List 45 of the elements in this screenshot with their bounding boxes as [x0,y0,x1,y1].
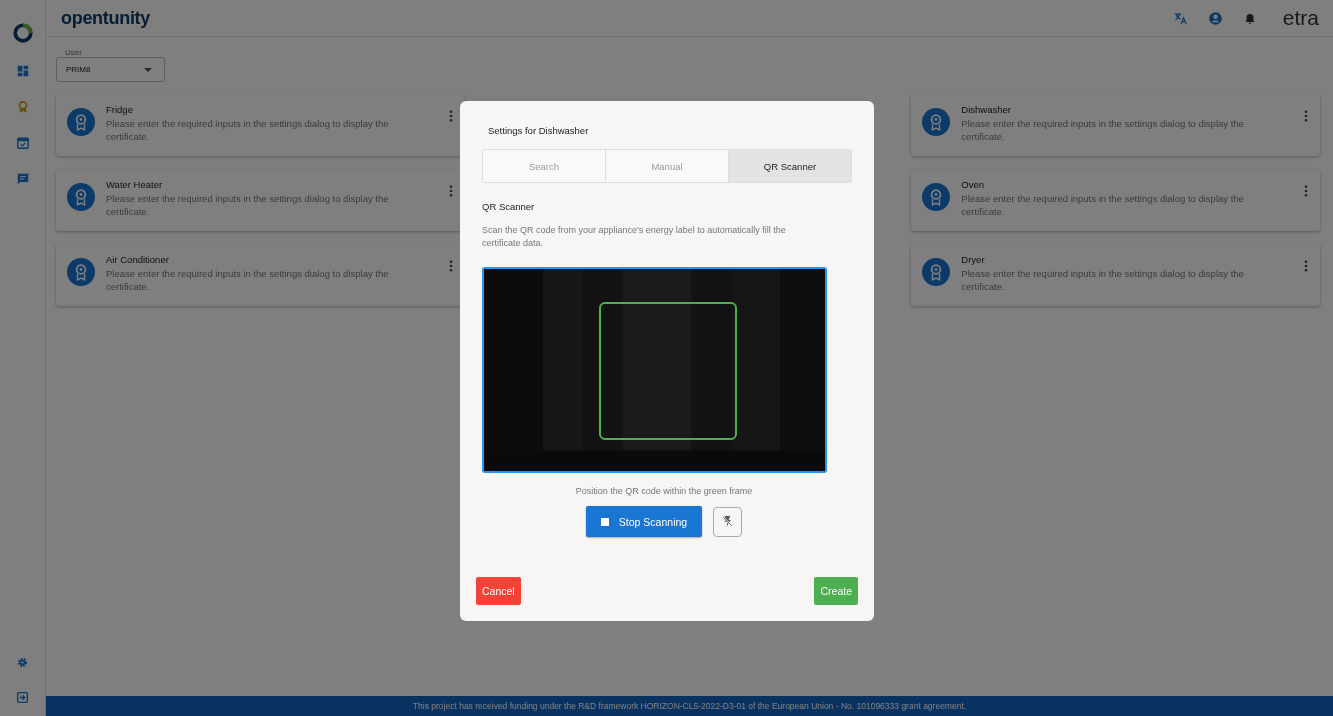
account-icon[interactable] [1207,10,1223,26]
flash-off-icon [721,515,735,528]
stop-icon [600,517,609,526]
brand-logo: opentunity [61,7,150,29]
tab[interactable]: QR Scanner [729,150,851,182]
certificate-icon [922,258,951,286]
certificate-icon [67,258,95,286]
appliance-card[interactable]: Fridge Please enter the required inputs in the settings dialog to display the certificate. [56,94,465,156]
card-title: Water Heater [106,179,164,190]
translate-icon[interactable] [1172,10,1188,26]
dialog-title: Settings for Dishwasher [488,125,590,136]
more-icon[interactable] [1304,185,1308,197]
section-title: QR Scanner [482,201,536,212]
tab[interactable]: Manual [606,150,729,182]
certificate-icon [67,108,95,136]
certificate-icon [922,183,951,211]
card-title: Air Conditioner [106,254,170,265]
card-title: Dishwasher [961,104,1012,115]
more-icon[interactable] [448,110,453,122]
more-icon[interactable] [448,185,453,197]
logout-icon[interactable] [16,691,29,704]
description: Scan the QR code from your appliance's energy label to automatically fill the certificate data. [482,224,787,250]
dropdown-icon [144,67,152,72]
card-title: Dryer [961,254,986,265]
more-icon[interactable] [448,260,453,272]
card-description: Please enter the required inputs in the settings dialog to display the certificate. [106,267,390,293]
more-icon[interactable] [1304,110,1308,122]
scan-hint: Position the QR code within the green frame [574,486,754,496]
card-description: Please enter the required inputs in the settings dialog to display the certificate. [106,192,390,218]
card-description: Please enter the required inputs in the settings dialog to display the certificate. [106,117,390,143]
cancel-button[interactable]: Cancel [476,577,521,605]
partner-logo: etra [1282,6,1319,30]
certificate-icon [922,108,951,136]
card-title: Oven [961,179,986,190]
card-title: Fridge [106,104,134,115]
create-button[interactable]: Create [814,577,858,605]
tab[interactable]: Search [483,150,606,182]
stop-scanning-button[interactable]: Stop Scanning [585,506,703,537]
certificate-icon [67,183,95,211]
select-label: User [63,48,84,57]
flash-off-button[interactable] [713,506,743,537]
logo-icon [11,22,34,44]
settings-icon[interactable] [16,656,29,669]
more-icon[interactable] [1304,260,1308,272]
funding-notice: This project has received funding under the R&D framework HORIZON-CL5-2022-D3-01 of the European Union - No. 101096333 grant agreement. [46,696,1333,716]
